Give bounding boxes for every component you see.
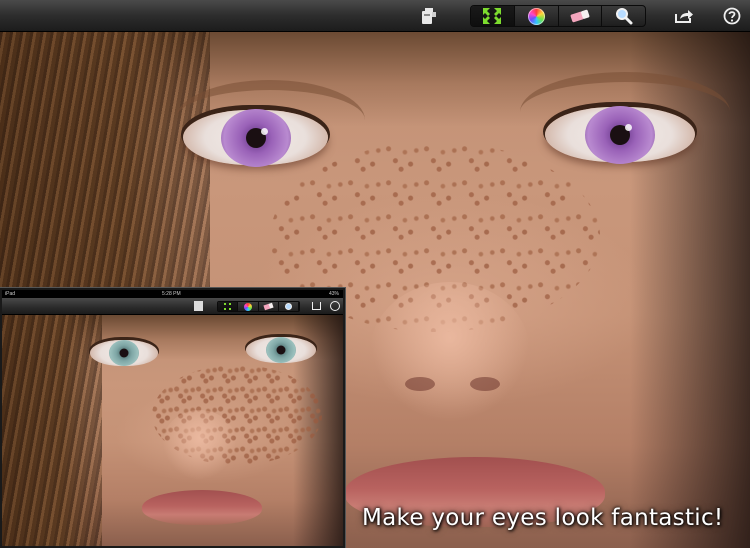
paint-bucket-icon bbox=[422, 8, 436, 24]
share-button[interactable] bbox=[669, 4, 699, 28]
tool-zoom[interactable] bbox=[602, 6, 645, 26]
mini-tool-color bbox=[238, 302, 259, 311]
tool-eraser[interactable] bbox=[559, 6, 603, 26]
nostril-right bbox=[470, 377, 500, 391]
paint-bucket-button[interactable] bbox=[414, 4, 444, 28]
mini-lips bbox=[142, 490, 262, 525]
right-glint bbox=[625, 124, 632, 131]
mini-magnifier-icon bbox=[284, 303, 292, 310]
magnifier-icon bbox=[615, 8, 633, 25]
mini-eraser-icon bbox=[263, 302, 274, 311]
nostril-left bbox=[405, 377, 435, 391]
mini-share-icon bbox=[312, 302, 321, 310]
expand-arrows-icon bbox=[483, 8, 502, 24]
mini-tool-segmented-control bbox=[217, 301, 300, 312]
battery-label: 43% bbox=[328, 291, 339, 297]
left-glint bbox=[261, 128, 268, 135]
left-eye bbox=[183, 108, 328, 167]
mini-right-pupil bbox=[276, 345, 286, 355]
mini-toolbar bbox=[2, 298, 343, 315]
mini-tool-fit bbox=[218, 302, 239, 311]
mini-paint-bucket-icon bbox=[194, 301, 203, 311]
right-eye bbox=[545, 105, 695, 164]
mini-help-icon bbox=[330, 301, 340, 311]
mini-right-eye bbox=[246, 337, 316, 363]
carrier-label: iPad bbox=[5, 291, 16, 297]
tool-segmented-control bbox=[470, 5, 646, 27]
mini-left-eye bbox=[90, 340, 158, 366]
tool-fit-to-screen[interactable] bbox=[471, 6, 515, 26]
nose bbox=[370, 282, 530, 422]
mini-hair-left bbox=[2, 315, 102, 546]
original-photo bbox=[2, 315, 343, 546]
top-toolbar bbox=[0, 0, 750, 32]
mini-color-wheel-icon bbox=[243, 302, 252, 311]
mini-expand-arrows-icon bbox=[224, 303, 232, 310]
tool-color[interactable] bbox=[515, 6, 559, 26]
help-icon bbox=[723, 7, 741, 25]
help-button[interactable] bbox=[717, 4, 747, 28]
color-wheel-icon bbox=[527, 7, 545, 25]
status-bar: iPad 5:28 PM 43% bbox=[2, 290, 343, 298]
clock-label: 5:28 PM bbox=[162, 291, 181, 297]
before-screenshot-inset: iPad 5:28 PM 43% bbox=[0, 288, 345, 548]
mini-tool-zoom bbox=[279, 302, 299, 311]
mini-left-pupil bbox=[119, 348, 129, 358]
share-icon bbox=[675, 10, 693, 23]
mini-tool-eraser bbox=[259, 302, 279, 311]
mini-nose bbox=[162, 410, 237, 480]
promo-caption: Make your eyes look fantastic! bbox=[362, 505, 724, 531]
eraser-icon bbox=[570, 9, 590, 23]
